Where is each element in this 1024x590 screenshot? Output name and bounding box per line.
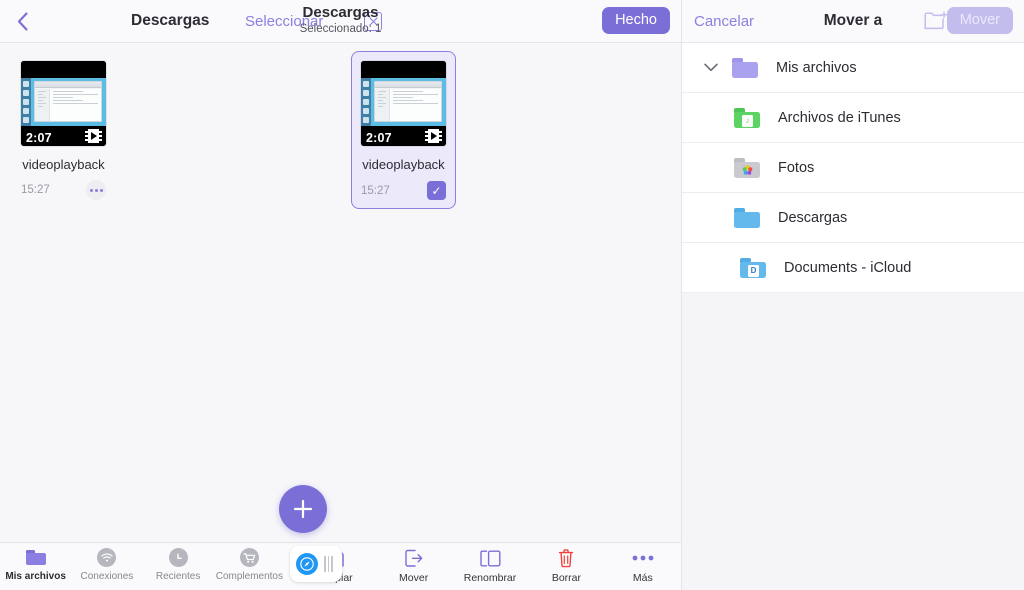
tab-mis-archivos[interactable]: Mis archivos xyxy=(0,543,71,582)
video-thumbnail: 2:07 xyxy=(21,61,106,146)
file-time: 15:27 xyxy=(21,184,50,196)
more-dots-icon xyxy=(632,548,654,568)
itunes-icon: ♪ xyxy=(742,114,753,127)
action-label: Borrar xyxy=(551,572,582,584)
selection-count: Seleccionado: 1 xyxy=(299,23,382,35)
move-arrow-icon xyxy=(404,548,423,568)
file-name: videoplayback xyxy=(22,157,105,172)
multitask-app-pill[interactable] xyxy=(290,546,342,582)
files-header: Descargas Seleccionar Descargas Seleccio… xyxy=(0,0,681,43)
action-label: Mover xyxy=(399,572,429,584)
add-button[interactable] xyxy=(279,485,327,533)
new-folder-icon[interactable] xyxy=(924,11,948,36)
tree-item-label: Archivos de iTunes xyxy=(778,109,901,126)
tree-item-documents-icloud[interactable]: D Documents - iCloud xyxy=(682,243,1024,293)
tab-label: Conexiones xyxy=(80,571,134,582)
safari-compass-icon[interactable] xyxy=(296,553,318,575)
folder-icon xyxy=(734,207,760,228)
video-badge-icon xyxy=(425,129,442,143)
close-box-icon[interactable] xyxy=(364,12,382,31)
folder-icon xyxy=(25,547,46,568)
action-label: Más xyxy=(632,572,653,584)
files-panel: Descargas Seleccionar Descargas Seleccio… xyxy=(0,0,682,590)
tree-item-label: Documents - iCloud xyxy=(784,259,912,276)
video-thumbnail: 2:07 xyxy=(361,61,446,146)
folder-tree: Mis archivos ♪ Archivos de iTunes Fotos … xyxy=(682,43,1024,293)
delete-button[interactable]: Borrar xyxy=(528,543,604,584)
folder-icon: D xyxy=(740,257,766,278)
drag-handle-icon[interactable] xyxy=(324,556,333,572)
tab-conexiones[interactable]: Conexiones xyxy=(71,543,142,582)
trash-icon xyxy=(558,548,574,568)
file-grid: 2:07 videoplayback 15:27 2:07 videoplayb… xyxy=(0,43,681,542)
tree-item-label: Descargas xyxy=(778,209,848,226)
rename-icon xyxy=(479,548,501,568)
chevron-down-icon[interactable] xyxy=(704,63,724,72)
move-button[interactable]: Mover xyxy=(375,543,451,584)
file-card-meta: 15:27 xyxy=(21,180,106,200)
rename-button[interactable]: Renombrar xyxy=(452,543,528,584)
chevron-left-icon xyxy=(17,11,28,31)
folder-icon: ♪ xyxy=(734,107,760,128)
back-button[interactable] xyxy=(0,0,44,43)
file-card-selected[interactable]: 2:07 videoplayback 15:27 ✓ xyxy=(351,51,456,209)
page-title: Descargas xyxy=(302,4,379,21)
more-button[interactable]: Más xyxy=(605,543,681,584)
file-manager-app: Descargas Seleccionar Descargas Seleccio… xyxy=(0,0,1024,590)
photos-icon xyxy=(742,165,753,177)
video-duration: 2:07 xyxy=(366,131,392,145)
action-toolbar: Copiar Mover xyxy=(299,543,681,584)
tab-label: Complementos xyxy=(215,571,283,582)
wifi-icon xyxy=(97,547,117,568)
documents-icon: D xyxy=(748,264,759,277)
plus-icon xyxy=(292,498,314,520)
move-confirm-button[interactable]: Mover xyxy=(946,7,1013,34)
tree-item-mis-archivos[interactable]: Mis archivos xyxy=(682,43,1024,93)
folder-icon xyxy=(734,157,760,178)
tree-item-fotos[interactable]: Fotos xyxy=(682,143,1024,193)
select-link[interactable]: Seleccionar xyxy=(245,13,323,30)
more-dots-icon[interactable] xyxy=(86,180,106,200)
tab-bar: Mis archivos Conexiones Recientes Comple… xyxy=(0,543,285,582)
move-to-panel: Cancelar Mover a Mover Mis archivos ♪ Ar… xyxy=(682,0,1024,590)
tab-recientes[interactable]: Recientes xyxy=(143,543,214,582)
video-duration: 2:07 xyxy=(26,131,52,145)
tree-item-archivos-de-itunes[interactable]: ♪ Archivos de iTunes xyxy=(682,93,1024,143)
file-card-meta: 15:27 ✓ xyxy=(361,181,446,200)
bottom-toolbar: Mis archivos Conexiones Recientes Comple… xyxy=(0,542,681,590)
tree-item-label: Mis archivos xyxy=(776,59,857,76)
breadcrumb: Descargas xyxy=(131,12,210,29)
selection-title-block: Descargas Seleccionado: 1 xyxy=(0,4,681,36)
tab-complementos[interactable]: Complementos xyxy=(214,543,285,582)
file-card[interactable]: 2:07 videoplayback 15:27 xyxy=(11,51,116,209)
file-time: 15:27 xyxy=(361,184,390,197)
move-to-header: Cancelar Mover a Mover xyxy=(682,0,1024,43)
tree-item-label: Fotos xyxy=(778,159,815,176)
selected-checkbox[interactable]: ✓ xyxy=(427,181,446,200)
cart-icon xyxy=(239,547,259,568)
tree-item-descargas[interactable]: Descargas xyxy=(682,193,1024,243)
folder-icon xyxy=(732,57,758,78)
video-badge-icon xyxy=(85,129,102,143)
clock-icon xyxy=(168,547,188,568)
tree-empty-area xyxy=(682,293,1024,590)
action-label: Renombrar xyxy=(463,572,517,584)
done-button[interactable]: Hecho xyxy=(602,7,670,34)
file-name: videoplayback xyxy=(362,157,445,172)
tab-label: Mis archivos xyxy=(5,571,66,582)
tab-label: Recientes xyxy=(155,571,201,582)
